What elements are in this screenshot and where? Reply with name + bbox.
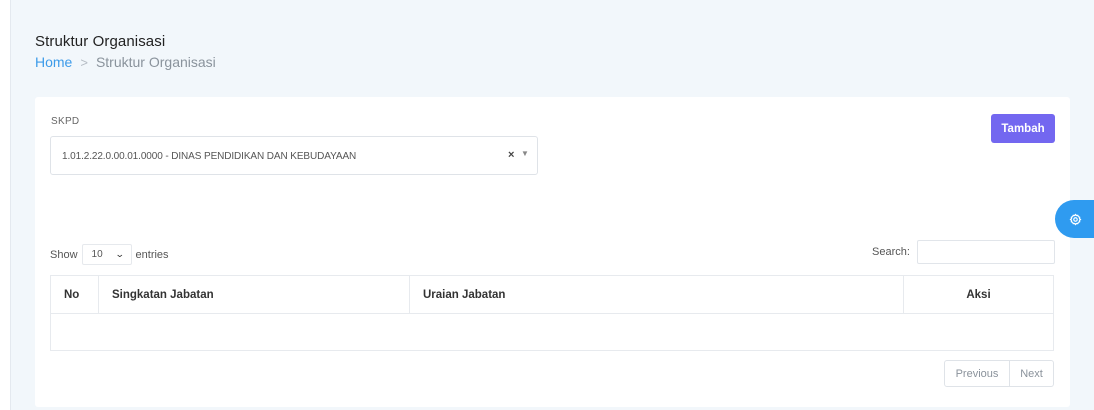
skpd-selected-value: 1.01.2.22.0.00.01.0000 - DINAS PENDIDIKA…: [62, 151, 357, 162]
gear-icon: [1069, 213, 1081, 225]
search-label: Search:: [872, 246, 910, 258]
breadcrumb-separator-icon: >: [80, 54, 88, 70]
breadcrumb-home-link[interactable]: Home: [35, 54, 72, 70]
page-header: Struktur Organisasi Home > Struktur Orga…: [35, 33, 216, 70]
pagination: Previous Next: [944, 360, 1054, 387]
column-header-aksi[interactable]: Aksi: [903, 275, 1054, 314]
entries-label: entries: [135, 248, 169, 261]
breadcrumb-current: Struktur Organisasi: [95, 54, 216, 70]
sidebar-edge: [0, 0, 11, 410]
page-title: Struktur Organisasi: [35, 33, 166, 50]
column-header-no[interactable]: No: [50, 275, 99, 314]
settings-button[interactable]: [1055, 200, 1094, 238]
search-input[interactable]: [916, 240, 1055, 264]
table-search: Search:: [872, 240, 1055, 264]
dropdown-arrow-icon[interactable]: ▼: [521, 149, 529, 158]
content-card: SKPD 1.01.2.22.0.00.01.0000 - DINAS PEND…: [35, 97, 1070, 407]
empty-table-row: [50, 313, 1054, 351]
clear-selection-icon[interactable]: ×: [508, 149, 514, 161]
empty-table-cell: [50, 313, 1054, 351]
skpd-label: SKPD: [51, 116, 80, 127]
column-header-singkatan-jabatan[interactable]: Singkatan Jabatan: [98, 275, 410, 314]
page-length-control: Show 10 ⌄ entries: [50, 244, 169, 265]
add-button[interactable]: Tambah: [991, 114, 1055, 143]
previous-page-button[interactable]: Previous: [944, 360, 1010, 387]
chevron-down-icon: ⌄: [114, 249, 125, 259]
column-header-uraian-jabatan[interactable]: Uraian Jabatan: [409, 275, 904, 314]
show-label: Show: [50, 248, 78, 261]
table-header-row: No Singkatan Jabatan Uraian Jabatan Aksi: [50, 275, 1054, 314]
next-page-button[interactable]: Next: [1010, 360, 1054, 387]
page-length-select[interactable]: 10 ⌄: [81, 244, 132, 265]
skpd-select[interactable]: 1.01.2.22.0.00.01.0000 - DINAS PENDIDIKA…: [50, 136, 538, 175]
breadcrumb: Home > Struktur Organisasi: [35, 54, 216, 70]
data-table: No Singkatan Jabatan Uraian Jabatan Aksi: [50, 275, 1054, 351]
page-length-value: 10: [91, 249, 103, 260]
